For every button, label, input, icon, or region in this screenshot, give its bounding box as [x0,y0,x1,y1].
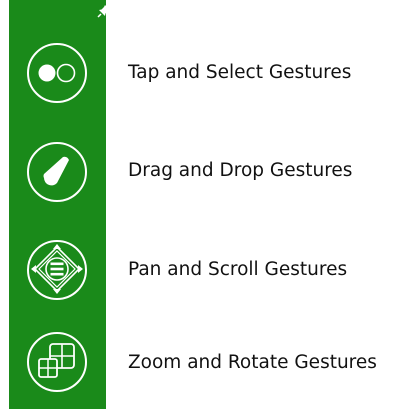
pan-scroll-button[interactable] [26,239,88,301]
tap-select-button[interactable] [26,42,88,104]
zoom-rotate-label[interactable]: Zoom and Rotate Gestures [128,352,377,374]
pan-scroll-label[interactable]: Pan and Scroll Gestures [128,259,347,281]
gesture-toolbar [9,0,110,409]
drag-drop-button[interactable] [26,141,88,203]
tap-select-label[interactable]: Tap and Select Gestures [128,62,351,84]
drag-drop-icon [27,142,87,202]
tap-select-icon [27,43,87,103]
drag-drop-label[interactable]: Drag and Drop Gestures [128,160,352,182]
pin-icon[interactable] [97,3,111,18]
pan-scroll-icon [27,240,87,300]
zoom-rotate-icon [27,332,87,392]
zoom-rotate-button[interactable] [26,331,88,393]
